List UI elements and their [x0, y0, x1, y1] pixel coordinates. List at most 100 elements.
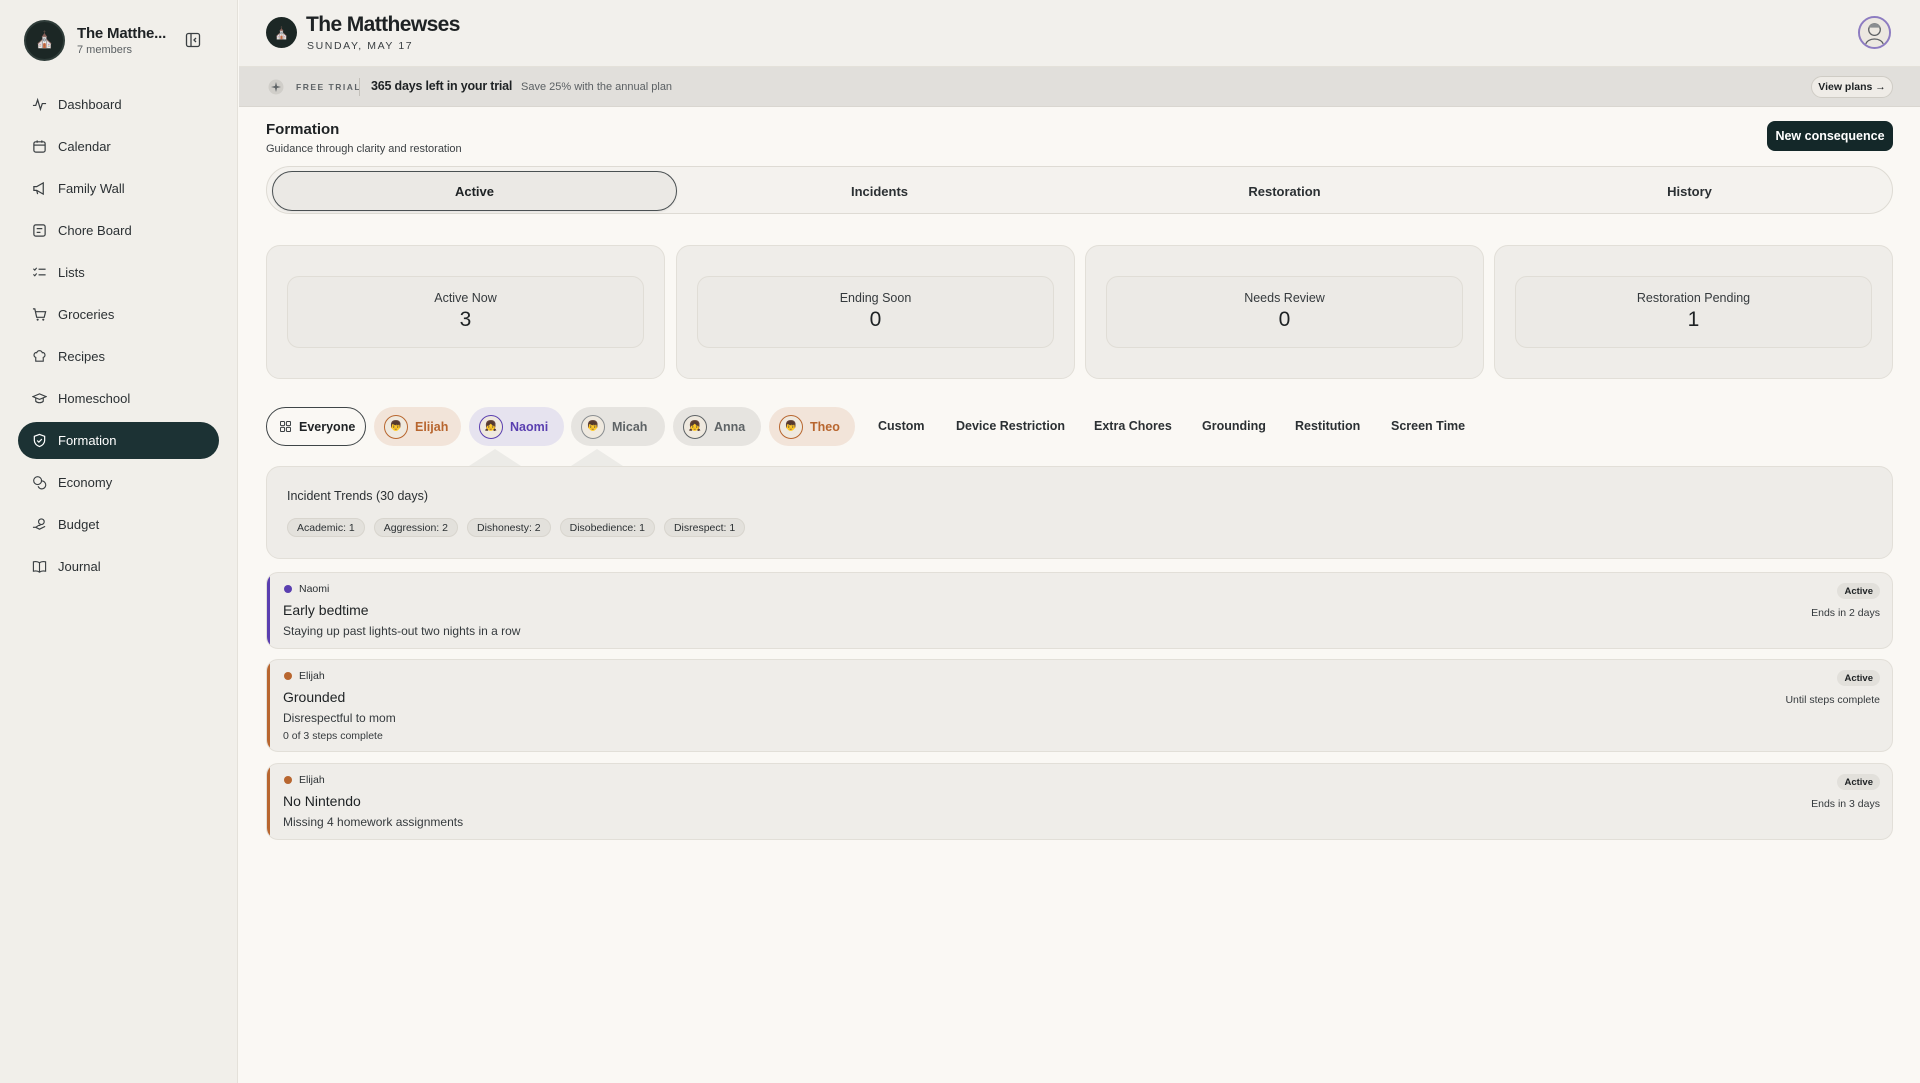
family-switcher[interactable]: ⛪ The Matthe... 7 members — [24, 18, 220, 62]
sidebar-item-chore-board[interactable]: Chore Board — [18, 212, 219, 249]
person-dot — [284, 672, 292, 680]
incident-trends-panel: Incident Trends (30 days) Academic: 1 Ag… — [266, 466, 1893, 559]
filter-category-restitution[interactable]: Restitution — [1295, 419, 1360, 433]
filter-category-custom[interactable]: Custom — [878, 419, 925, 433]
sidebar-item-groceries[interactable]: Groceries — [18, 296, 219, 333]
sidebar: ⛪ The Matthe... 7 members Dashboard Cale… — [0, 0, 238, 1083]
sidebar-item-calendar[interactable]: Calendar — [18, 128, 219, 165]
filter-person-elijah[interactable]: 👦 Elijah — [374, 407, 461, 446]
popover-notch — [571, 449, 623, 466]
sidebar-collapse-icon[interactable] — [184, 31, 202, 49]
book-icon — [32, 559, 47, 574]
sidebar-item-label: Calendar — [58, 139, 111, 154]
filter-category-device-restriction[interactable]: Device Restriction — [956, 419, 1065, 433]
person-dot — [284, 776, 292, 784]
filter-person-naomi[interactable]: 👧 Naomi — [469, 407, 564, 446]
sidebar-item-journal[interactable]: Journal — [18, 548, 219, 585]
card-description: Staying up past lights-out two nights in… — [283, 624, 521, 638]
stat-card-active-now: Active Now 3 — [266, 245, 665, 379]
sidebar-item-label: Chore Board — [58, 223, 132, 238]
top-header: ⛪ The Matthewses SUNDAY, MAY 17 — [239, 0, 1920, 67]
trial-banner: FREE TRIAL 365 days left in your trial S… — [239, 67, 1920, 107]
stat-label: Restoration Pending — [1636, 291, 1751, 305]
sidebar-item-label: Journal — [58, 559, 101, 574]
sidebar-item-lists[interactable]: Lists — [18, 254, 219, 291]
consequence-card[interactable]: Naomi Early bedtime Staying up past ligh… — [266, 572, 1893, 649]
stat-label: Active Now — [434, 291, 497, 305]
divider — [359, 78, 360, 96]
trend-chip: Academic: 1 — [287, 518, 365, 537]
filter-label: Theo — [810, 419, 840, 434]
checklist-icon — [32, 265, 47, 280]
filter-person-anna[interactable]: 👧 Anna — [673, 407, 761, 446]
stat-label: Needs Review — [1244, 291, 1325, 305]
stat-card-ending-soon: Ending Soon 0 — [676, 245, 1075, 379]
avatar: 👦 — [384, 414, 408, 439]
sidebar-item-formation[interactable]: Formation — [18, 422, 219, 459]
sidebar-item-economy[interactable]: Economy — [18, 464, 219, 501]
stat-value: 1 — [1687, 308, 1700, 331]
filter-category-extra-chores[interactable]: Extra Chores — [1094, 419, 1172, 433]
card-title: Grounded — [283, 689, 346, 705]
avatar: 👦 — [581, 414, 605, 439]
stat-label: Ending Soon — [839, 291, 912, 305]
tab-history[interactable]: History — [1487, 171, 1892, 211]
consequence-card[interactable]: Elijah No Nintendo Missing 4 homework as… — [266, 763, 1893, 840]
current-date: SUNDAY, MAY 17 — [307, 40, 414, 52]
filter-category-screen-time[interactable]: Screen Time — [1391, 419, 1465, 433]
avatar: 👧 — [479, 414, 503, 439]
coins-icon — [32, 475, 47, 490]
status-badge: Active — [1837, 670, 1880, 686]
avatar: 👦 — [779, 414, 803, 439]
section-subtitle: Guidance through clarity and restoration — [266, 143, 462, 155]
tab-incidents[interactable]: Incidents — [677, 171, 1082, 211]
family-logo: ⛪ — [266, 17, 297, 48]
sidebar-item-label: Family Wall — [58, 181, 125, 196]
sidebar-item-homeschool[interactable]: Homeschool — [18, 380, 219, 417]
sidebar-item-label: Homeschool — [58, 391, 131, 406]
filter-label: Naomi — [510, 419, 549, 434]
family-logo: ⛪ — [24, 19, 65, 61]
view-plans-button[interactable]: View plans → — [1811, 76, 1893, 98]
card-person-name: Elijah — [299, 774, 325, 786]
family-name: The Matthe... — [77, 24, 167, 42]
filter-person-micah[interactable]: 👦 Micah — [571, 407, 665, 446]
graduation-cap-icon — [32, 391, 47, 406]
status-badge: Active — [1837, 774, 1880, 790]
section-title: Formation — [266, 121, 340, 138]
filter-label: Elijah — [415, 419, 449, 434]
card-accent — [267, 764, 270, 839]
stat-card-restoration-pending: Restoration Pending 1 — [1494, 245, 1893, 379]
trend-chip: Disobedience: 1 — [559, 518, 655, 537]
consequence-card[interactable]: Elijah Grounded Disrespectful to mom 0 o… — [266, 659, 1893, 752]
trial-save-text: Save 25% with the annual plan — [521, 81, 673, 93]
calendar-icon — [32, 139, 47, 154]
megaphone-icon — [32, 181, 47, 196]
sidebar-item-recipes[interactable]: Recipes — [18, 338, 219, 375]
board-icon — [32, 223, 47, 238]
new-consequence-button[interactable]: New consequence — [1767, 121, 1893, 151]
status-badge: Active — [1837, 583, 1880, 599]
filter-category-grounding[interactable]: Grounding — [1202, 419, 1266, 433]
trial-days-left: 365 days left in your trial — [371, 79, 513, 93]
sidebar-item-label: Lists — [58, 265, 85, 280]
filter-everyone[interactable]: Everyone — [266, 407, 366, 446]
tab-restoration[interactable]: Restoration — [1082, 171, 1487, 211]
card-description: Missing 4 homework assignments — [283, 815, 464, 829]
sidebar-item-dashboard[interactable]: Dashboard — [18, 86, 219, 123]
sidebar-item-label: Budget — [58, 517, 100, 532]
sidebar-item-budget[interactable]: Budget — [18, 506, 219, 543]
tab-active[interactable]: Active — [272, 171, 677, 211]
user-avatar[interactable] — [1858, 16, 1891, 49]
filter-person-theo[interactable]: 👦 Theo — [769, 407, 855, 446]
card-steps: 0 of 3 steps complete — [283, 730, 383, 742]
card-accent — [267, 660, 270, 751]
sidebar-item-family-wall[interactable]: Family Wall — [18, 170, 219, 207]
sidebar-item-label: Formation — [58, 433, 117, 448]
card-person-name: Elijah — [299, 670, 325, 682]
member-count: 7 members — [77, 43, 133, 56]
sidebar-item-label: Dashboard — [58, 97, 122, 112]
stat-value: 3 — [459, 308, 472, 331]
pulse-icon — [32, 97, 47, 112]
page-title: The Matthewses — [306, 13, 460, 36]
